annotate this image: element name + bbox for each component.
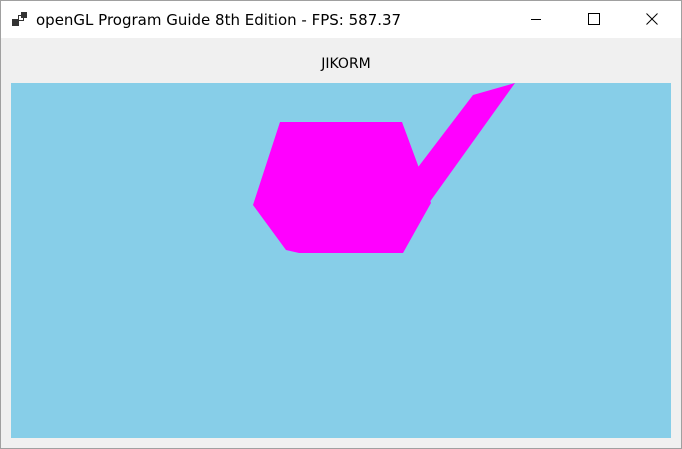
maximize-icon <box>588 10 600 29</box>
minimize-button[interactable] <box>507 1 565 38</box>
opengl-viewport[interactable] <box>11 83 671 438</box>
app-window-icon <box>12 12 28 28</box>
label-bar: JIKORM <box>1 38 681 83</box>
maximize-button[interactable] <box>565 1 623 38</box>
minimize-icon <box>530 10 542 29</box>
close-icon <box>646 10 658 29</box>
teapot-body <box>253 122 431 253</box>
window-title: openGL Program Guide 8th Edition - FPS: … <box>36 11 402 29</box>
app-window: openGL Program Guide 8th Edition - FPS: … <box>0 0 682 449</box>
jikorm-label: JIKORM <box>321 56 371 72</box>
close-button[interactable] <box>623 1 681 38</box>
render-surface <box>11 83 671 438</box>
title-bar[interactable]: openGL Program Guide 8th Edition - FPS: … <box>1 1 681 38</box>
